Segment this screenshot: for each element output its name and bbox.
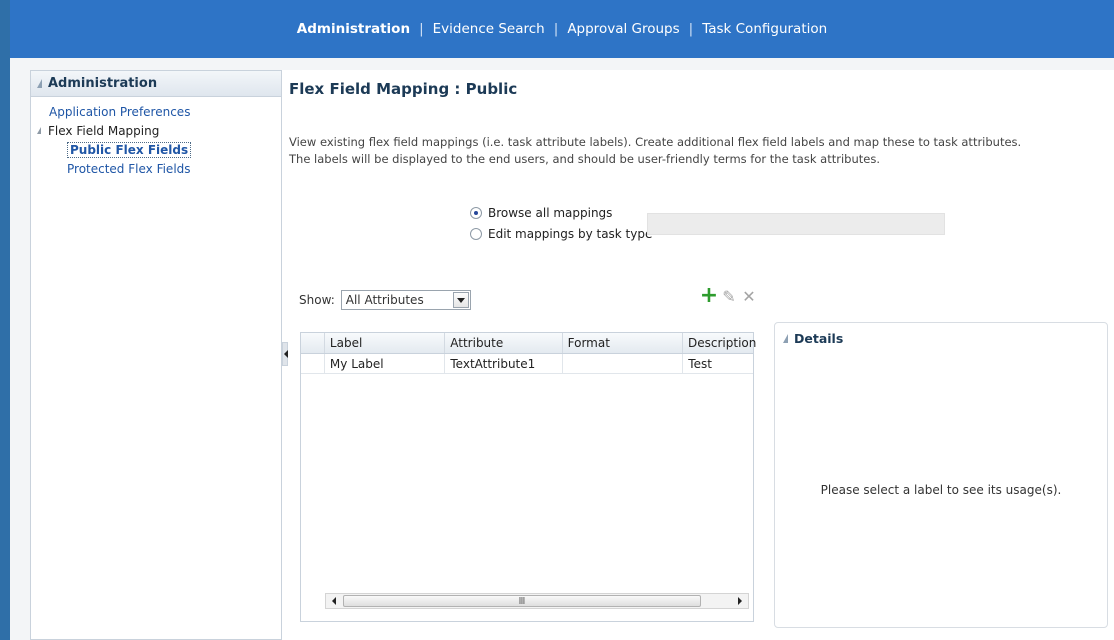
nav-evidence-search[interactable]: Evidence Search: [424, 21, 554, 37]
edit-pencil-icon[interactable]: ✎: [720, 287, 738, 306]
collapse-left-icon[interactable]: [284, 350, 288, 358]
radio-browse-all[interactable]: Browse all mappings: [470, 206, 612, 220]
scrollbar-thumb[interactable]: Ⅲ: [343, 595, 701, 607]
mappings-table: Label Attribute Format Description My La…: [300, 332, 756, 622]
sidebar-panel: Administration Application Preferences F…: [30, 70, 282, 640]
show-select[interactable]: All Attributes: [340, 290, 471, 310]
task-type-field-disabled: [647, 213, 945, 235]
nav-approval-groups[interactable]: Approval Groups: [558, 21, 688, 37]
show-label: Show:: [299, 293, 335, 307]
description-line-2: The labels will be displayed to the end …: [289, 152, 880, 166]
show-select-value: All Attributes: [345, 293, 424, 307]
radio-browse-label[interactable]: Browse all mappings: [488, 206, 612, 220]
sidebar-list: Application Preferences Flex Field Mappi…: [31, 97, 281, 178]
table-toolbar: + ✎ ✕: [700, 285, 760, 307]
table-row[interactable]: My Label TextAttribute1 Test: [301, 354, 753, 374]
collapse-triangle-icon[interactable]: [37, 79, 42, 88]
radio-button-checked[interactable]: [470, 207, 482, 219]
details-empty-message: Please select a label to see its usage(s…: [820, 483, 1062, 497]
details-title: Details: [794, 331, 844, 346]
sidebar-item-protected-flex-fields[interactable]: Protected Flex Fields: [31, 159, 281, 178]
main-panel: Flex Field Mapping : Public View existin…: [282, 70, 1114, 640]
radio-edit-by-task-type[interactable]: Edit mappings by task type: [470, 227, 652, 241]
cell-label[interactable]: My Label: [325, 354, 446, 373]
horizontal-scrollbar[interactable]: Ⅲ: [325, 593, 749, 609]
sidebar-item-label[interactable]: Flex Field Mapping: [48, 124, 159, 138]
nav-task-configuration[interactable]: Task Configuration: [693, 21, 836, 37]
row-selector-cell[interactable]: [301, 354, 325, 373]
sidebar-item-label[interactable]: Public Flex Fields: [67, 141, 192, 158]
sidebar-title: Administration: [48, 76, 158, 91]
cell-attribute[interactable]: TextAttribute1: [445, 354, 563, 373]
scroll-right-arrow-icon[interactable]: [732, 594, 748, 608]
column-header-attribute[interactable]: Attribute: [445, 333, 563, 353]
page-description: View existing flex field mappings (i.e. …: [289, 134, 1021, 168]
cell-format[interactable]: [563, 354, 684, 373]
expand-triangle-icon[interactable]: [37, 127, 41, 134]
scroll-left-arrow-icon[interactable]: [326, 594, 342, 608]
cell-description[interactable]: Test: [683, 354, 753, 373]
page-title: Flex Field Mapping : Public: [289, 80, 518, 98]
radio-button[interactable]: [470, 228, 482, 240]
row-selector-header: [301, 333, 325, 353]
app-frame: Administration | Evidence Search | Appro…: [0, 0, 1114, 640]
delete-x-icon[interactable]: ✕: [740, 287, 758, 306]
details-panel: Details Please select a label to see its…: [774, 322, 1108, 628]
sidebar-item-label[interactable]: Application Preferences: [49, 105, 190, 119]
column-header-label[interactable]: Label: [325, 333, 446, 353]
sidebar-item-public-flex-fields[interactable]: Public Flex Fields: [31, 140, 281, 159]
show-filter: Show: All Attributes: [299, 290, 471, 310]
description-line-1: View existing flex field mappings (i.e. …: [289, 135, 1022, 149]
dropdown-arrow-icon[interactable]: [452, 292, 469, 308]
sidebar-item-label[interactable]: Protected Flex Fields: [67, 162, 191, 176]
column-header-description[interactable]: Description: [683, 333, 756, 353]
panel-splitter-handle[interactable]: [282, 342, 288, 366]
column-header-format[interactable]: Format: [563, 333, 683, 353]
top-navigation: Administration | Evidence Search | Appro…: [10, 0, 1114, 58]
left-edge-bar: [0, 0, 10, 640]
sidebar-header[interactable]: Administration: [31, 71, 281, 97]
table-header: Label Attribute Format Description: [301, 333, 756, 354]
add-icon[interactable]: +: [700, 285, 718, 307]
collapse-triangle-icon[interactable]: [783, 334, 788, 343]
sidebar-item-flex-field-mapping[interactable]: Flex Field Mapping: [31, 121, 281, 140]
nav-administration[interactable]: Administration: [288, 21, 419, 37]
details-header[interactable]: Details: [783, 331, 843, 346]
sidebar-item-application-preferences[interactable]: Application Preferences: [31, 102, 281, 121]
radio-edit-label[interactable]: Edit mappings by task type: [488, 227, 652, 241]
